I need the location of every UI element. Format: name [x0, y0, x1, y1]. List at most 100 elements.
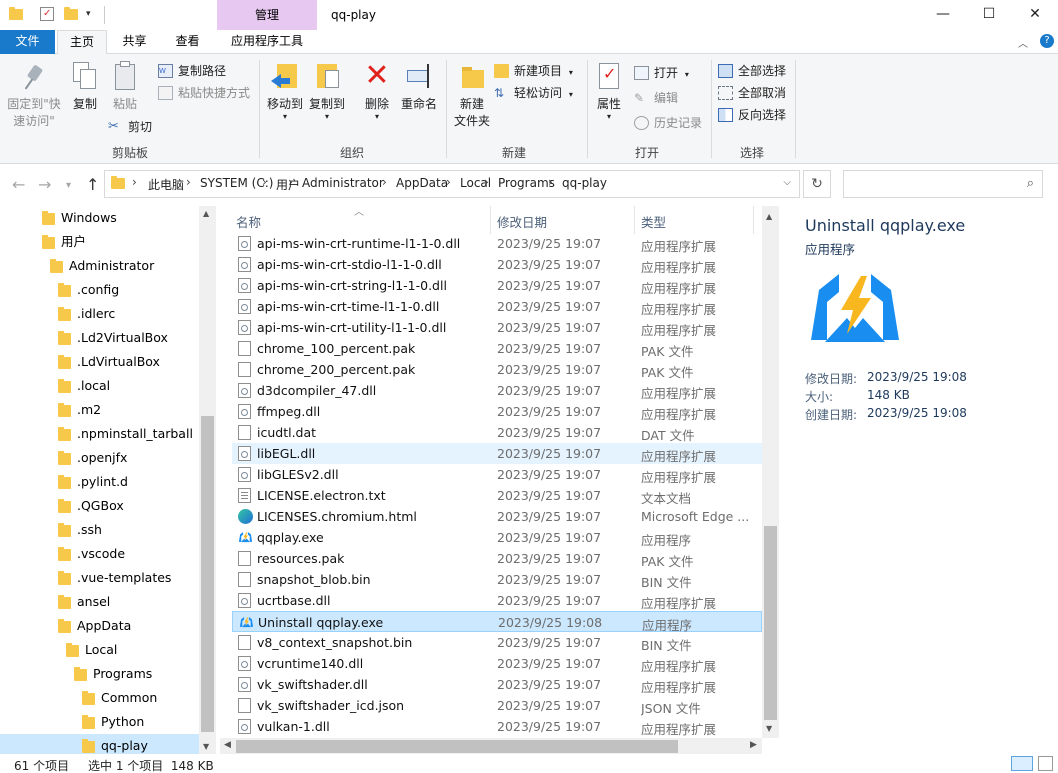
recent-locations-icon[interactable]: ▾ — [66, 180, 71, 191]
cut-button[interactable]: ✂ 剪切 — [108, 117, 152, 137]
file-row[interactable]: api-ms-win-crt-stdio-l1-1-0.dll 2023/9/25… — [232, 254, 762, 275]
nav-item[interactable]: Administrator — [50, 254, 199, 278]
properties-quick-icon[interactable]: ✓ — [40, 7, 54, 21]
copy-button[interactable]: 复制 — [68, 60, 102, 113]
breadcrumb-item[interactable]: AppData — [396, 176, 448, 190]
easy-access-button[interactable]: ⇅ 轻松访问 ▾ — [494, 83, 573, 103]
file-row[interactable]: v8_context_snapshot.bin 2023/9/25 19:07 BI… — [232, 632, 762, 653]
file-row[interactable]: api-ms-win-crt-utility-l1-1-0.dll 2023/9/… — [232, 317, 762, 338]
scroll-down-icon[interactable]: ▼ — [203, 742, 209, 751]
breadcrumb-separator-icon[interactable]: › — [484, 175, 489, 189]
scroll-up-icon[interactable]: ▲ — [203, 209, 209, 218]
back-arrow-icon[interactable]: ← — [12, 175, 25, 194]
file-row[interactable]: libGLESv2.dll 2023/9/25 19:07 应用程序扩展 — [232, 464, 762, 485]
maximize-button[interactable]: ☐ — [966, 0, 1012, 30]
file-row[interactable]: ffmpeg.dll 2023/9/25 19:07 应用程序扩展 — [232, 401, 762, 422]
nav-item[interactable]: .ssh — [58, 518, 199, 542]
list-horizontal-scrollbar-thumb[interactable] — [236, 740, 678, 753]
tab-share[interactable]: 共享 — [112, 30, 157, 54]
forward-arrow-icon[interactable]: → — [38, 175, 51, 194]
delete-button[interactable]: ✕ 删除 ▾ — [360, 60, 394, 121]
file-row[interactable]: vcruntime140.dll 2023/9/25 19:07 应用程序扩展 — [232, 653, 762, 674]
breadcrumb-item[interactable]: 此电脑 — [148, 176, 184, 193]
large-icons-view-icon[interactable] — [1038, 756, 1053, 771]
nav-item[interactable]: ansel — [58, 590, 199, 614]
breadcrumb-separator-icon[interactable]: › — [132, 175, 137, 189]
file-row[interactable]: libEGL.dll 2023/9/25 19:07 应用程序扩展 — [232, 443, 762, 464]
tab-file[interactable]: 文件 — [0, 30, 55, 54]
nav-item[interactable]: .config — [58, 278, 199, 302]
nav-item[interactable]: Local — [66, 638, 199, 662]
select-none-button[interactable]: 全部取消 — [718, 83, 786, 103]
file-row[interactable]: icudtl.dat 2023/9/25 19:07 DAT 文件 — [232, 422, 762, 443]
breadcrumb-separator-icon[interactable]: › — [548, 175, 553, 189]
rename-button[interactable]: 重命名 — [398, 60, 440, 113]
list-vertical-scrollbar-thumb[interactable] — [764, 526, 777, 720]
history-button[interactable]: 历史记录 — [634, 113, 702, 133]
scroll-right-icon[interactable]: ▶ — [750, 740, 757, 750]
paste-button[interactable]: 粘贴 — [108, 60, 142, 113]
pin-quick-access-button[interactable]: 固定到"快 速访问" — [6, 60, 62, 130]
breadcrumb-separator-icon[interactable]: › — [288, 175, 293, 189]
breadcrumb-item[interactable]: Administrator — [302, 176, 384, 190]
file-row[interactable]: vk_swiftshader_icd.json 2023/9/25 19:07 JS… — [232, 695, 762, 716]
invert-selection-button[interactable]: 反向选择 — [718, 105, 786, 125]
file-row[interactable]: LICENSES.chromium.html 2023/9/25 19:07 Mic… — [232, 506, 762, 527]
column-separator[interactable] — [634, 206, 635, 234]
nav-item[interactable]: Windows — [42, 206, 199, 230]
nav-item[interactable]: .vscode — [58, 542, 199, 566]
paste-shortcut-button[interactable]: 粘贴快捷方式 — [158, 83, 250, 103]
file-row[interactable]: LICENSE.electron.txt 2023/9/25 19:07 文本文档 — [232, 485, 762, 506]
properties-button[interactable]: ✓ 属性 ▾ — [592, 60, 626, 121]
nav-item[interactable]: .idlerc — [58, 302, 199, 326]
nav-item[interactable]: .QGBox — [58, 494, 199, 518]
refresh-icon[interactable]: ↻ — [803, 170, 831, 198]
file-row[interactable]: qqplay.exe 2023/9/25 19:07 应用程序 — [232, 527, 762, 548]
edit-button[interactable]: ✎ 编辑 — [634, 88, 678, 108]
nav-item[interactable]: Programs — [74, 662, 199, 686]
tab-home[interactable]: 主页 — [57, 30, 107, 55]
nav-item[interactable]: .m2 — [58, 398, 199, 422]
copy-path-button[interactable]: W 复制路径 — [158, 61, 226, 81]
copy-to-button[interactable]: 复制到 ▾ — [306, 60, 348, 121]
move-to-button[interactable]: 移动到 ▾ — [264, 60, 306, 121]
nav-item[interactable]: .LdVirtualBox — [58, 350, 199, 374]
file-row[interactable]: api-ms-win-crt-time-l1-1-0.dll 2023/9/25 … — [232, 296, 762, 317]
nav-item[interactable]: qq-play — [0, 734, 199, 754]
collapse-ribbon-icon[interactable]: ︿ — [1018, 35, 1028, 50]
details-view-icon[interactable] — [1011, 756, 1033, 771]
up-arrow-icon[interactable]: ↑ — [86, 175, 99, 194]
column-header-name[interactable]: 名称 — [236, 212, 261, 231]
nav-item[interactable]: Common — [82, 686, 199, 710]
tab-manage[interactable]: 管理 — [217, 0, 317, 30]
tab-app-tools[interactable]: 应用程序工具 — [222, 30, 312, 54]
breadcrumb-separator-icon[interactable]: › — [262, 175, 267, 189]
nav-item[interactable]: AppData — [58, 614, 199, 638]
column-header-date[interactable]: 修改日期 — [497, 212, 547, 231]
nav-item[interactable]: .vue-templates — [58, 566, 199, 590]
address-dropdown-icon[interactable]: ⌵ — [783, 177, 791, 188]
close-button[interactable]: ✕ — [1012, 0, 1058, 30]
open-button[interactable]: 打开 ▾ — [634, 63, 689, 83]
breadcrumb-separator-icon[interactable]: › — [382, 175, 387, 189]
file-row[interactable]: vulkan-1.dll 2023/9/25 19:07 应用程序扩展 — [232, 716, 762, 737]
file-row[interactable]: chrome_200_percent.pak 2023/9/25 19:07 PAK… — [232, 359, 762, 380]
file-row[interactable]: d3dcompiler_47.dll 2023/9/25 19:07 应用程序扩展 — [232, 380, 762, 401]
column-header-type[interactable]: 类型 — [641, 212, 666, 231]
new-folder-button[interactable]: 新建 文件夹 — [452, 60, 492, 130]
nav-item[interactable]: .pylint.d — [58, 470, 199, 494]
new-item-button[interactable]: 新建项目 ▾ — [494, 61, 573, 81]
column-separator[interactable] — [753, 206, 754, 234]
customize-quick-access-icon[interactable]: ▾ — [86, 7, 100, 21]
nav-scrollbar-thumb[interactable] — [201, 416, 214, 732]
address-bar[interactable]: › 此电脑 › SYSTEM (C:) › 用户 › Administrator › AppDa… — [104, 170, 800, 198]
breadcrumb-separator-icon[interactable]: › — [186, 175, 191, 189]
tab-view[interactable]: 查看 — [165, 30, 210, 54]
nav-item[interactable]: .Ld2VirtualBox — [58, 326, 199, 350]
new-folder-quick-icon[interactable] — [64, 7, 78, 21]
nav-item[interactable]: .openjfx — [58, 446, 199, 470]
nav-item[interactable]: .npminstall_tarball — [58, 422, 199, 446]
file-row[interactable]: api-ms-win-crt-string-l1-1-0.dll 2023/9/2… — [232, 275, 762, 296]
scroll-left-icon[interactable]: ◀ — [224, 740, 231, 750]
column-separator[interactable] — [490, 206, 491, 234]
